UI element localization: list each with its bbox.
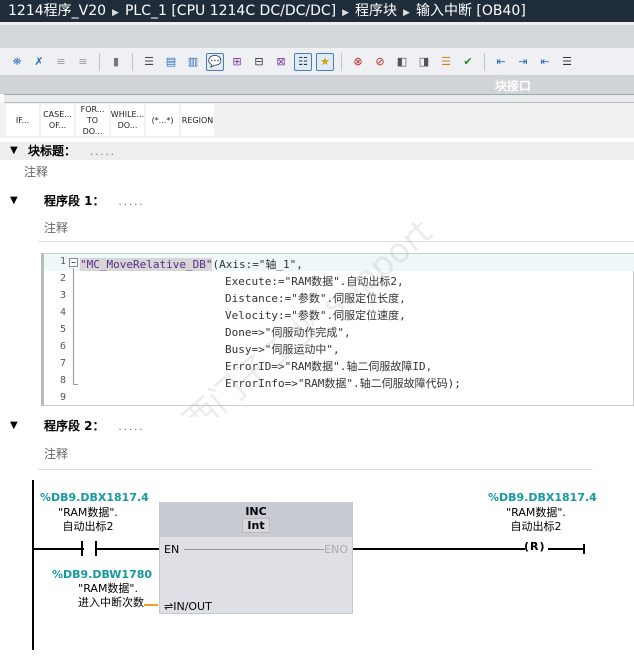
toolbar-separator (484, 52, 485, 71)
inc-box-name: INC (245, 505, 267, 518)
coil-name[interactable]: "RAM数据". 自动出标2 (486, 506, 586, 534)
compile-check-icon[interactable]: ✔ (459, 53, 477, 71)
toolbar-separator (341, 52, 342, 71)
interface-splitter[interactable] (4, 94, 634, 103)
coil-name-tag: 自动出标2 (510, 520, 562, 533)
code-line[interactable]: "MC_MoveRelative_DB"(Axis:="轴_1", (80, 256, 303, 272)
network1-header[interactable]: ▼ 程序段 1：..... (0, 192, 634, 210)
code-text: (Axis:="轴_1", (212, 258, 303, 271)
breadcrumb-project[interactable]: 1214程序_V20 (8, 3, 106, 19)
coil-address[interactable]: %DB9.DBX1817.4 (488, 491, 597, 504)
line-number: 2 (59, 273, 66, 284)
collapse-icon[interactable]: ▼ (10, 142, 18, 160)
template-for[interactable]: FOR... TO DO... (76, 104, 109, 136)
force-icon[interactable]: ◨ (415, 53, 433, 71)
call-hierarchy-icon[interactable]: ☰ (437, 53, 455, 71)
block-title-header[interactable]: ▼ 块标题：..... (0, 142, 634, 160)
template-if[interactable]: IF... (6, 104, 39, 136)
line-number: 6 (59, 341, 66, 352)
insert-network-icon[interactable]: ⛯ (8, 53, 26, 71)
go-to-error-icon[interactable]: ⊘ (371, 53, 389, 71)
breadcrumb-arrow-icon: ▶ (342, 8, 350, 18)
line-number: 7 (59, 358, 66, 369)
line-number: 5 (59, 324, 66, 335)
network2-label: 程序段 2： (44, 419, 105, 433)
line-number: 3 (59, 290, 66, 301)
line-number: 4 (59, 307, 66, 318)
block-interface-label[interactable]: 块接口 (495, 77, 531, 94)
template-case[interactable]: CASE... OF... (41, 104, 74, 136)
editor-toolbar: ⛯ ✗ ≡ ≡ ▮ ☰ ▤ ▥ 💬 ⊞ ⊟ ⊠ ☷ ★ ⊗ ⊘ ◧ ◨ ☰ ✔ ⇤ ⇥ ⇤ ☰ (0, 48, 634, 75)
network2-header[interactable]: ▼ 程序段 2：..... (0, 417, 634, 435)
toolbar-strip (0, 22, 634, 48)
breadcrumb-arrow-icon: ▶ (112, 8, 119, 18)
network2-comment[interactable]: 注释 (44, 445, 68, 462)
delete-network-icon[interactable]: ✗ (30, 53, 48, 71)
scl-templates: IF... CASE... OF... FOR... TO DO... WHIL… (6, 104, 214, 136)
add-row-icon[interactable]: ≡ (74, 53, 92, 71)
template-region[interactable]: REGION (181, 104, 214, 136)
network1-label: 程序段 1： (44, 194, 105, 208)
indent-left-icon[interactable]: ⇤ (536, 53, 554, 71)
outdent-icon[interactable]: ⇤ (492, 53, 510, 71)
line-number: 9 (59, 392, 66, 403)
power-rail (32, 480, 34, 650)
comments-icon[interactable]: 💬 (206, 52, 224, 71)
interface-bar (0, 75, 634, 94)
breadcrumb-arrow-icon: ▶ (403, 8, 410, 18)
line-number: 1 (59, 256, 66, 267)
display-symbolic-icon[interactable]: ⊟ (250, 53, 268, 71)
collapse-icon[interactable]: ▼ (10, 192, 18, 210)
tag-info-icon[interactable]: ⊠ (272, 53, 290, 71)
reset-coil-icon[interactable]: (R) (524, 540, 546, 553)
toolbar-separator (99, 52, 100, 71)
contact-name-tag: 自动出标2 (62, 520, 114, 533)
network1-comment[interactable]: 注释 (44, 219, 68, 236)
contact-name[interactable]: "RAM数据". 自动出标2 (40, 506, 136, 534)
inc-box[interactable]: INC Int EN ENO ⇌IN/OUT (159, 502, 353, 614)
network2-title[interactable]: ..... (119, 422, 145, 433)
indent-icon[interactable]: ☰ (140, 53, 158, 71)
no-contact-icon[interactable] (81, 541, 97, 556)
block-title-value[interactable]: ..... (90, 147, 116, 158)
toolbar-separator (132, 52, 133, 71)
eno-pin[interactable]: ENO (324, 543, 348, 556)
display-absolute-icon[interactable]: ⊞ (228, 53, 246, 71)
breadcrumb-block[interactable]: 输入中断 [OB40] (416, 3, 526, 19)
template-while[interactable]: WHILE... DO... (111, 104, 144, 136)
free-comments-icon[interactable]: ☷ (294, 52, 312, 71)
breadcrumb: 1214程序_V20 ▶ PLC_1 [CPU 1214C DC/DC/DC] ▶ 程序… (0, 0, 634, 22)
inout-name-db: "RAM数据". (78, 582, 138, 595)
template-comment[interactable]: (*...*) (146, 104, 179, 136)
indent-right-icon[interactable]: ⇥ (514, 53, 532, 71)
inout-name-tag: 进入中断次数 (78, 596, 144, 609)
block-title-label: 块标题： (28, 144, 77, 158)
inout-wire (144, 604, 158, 606)
instance-db[interactable]: "MC_MoveRelative_DB" (80, 258, 213, 271)
clear-errors-icon[interactable]: ⊗ (349, 53, 367, 71)
line-number: 8 (59, 375, 66, 386)
reset-start-icon[interactable]: ▮ (107, 53, 125, 71)
fold-icon[interactable]: − (69, 258, 78, 267)
network1-title[interactable]: ..... (119, 197, 145, 208)
favorites-icon[interactable]: ★ (316, 52, 334, 71)
contact-address[interactable]: %DB9.DBX1817.4 (40, 491, 149, 504)
inout-pin[interactable]: ⇌IN/OUT (164, 600, 212, 613)
collapse-icon[interactable]: ▼ (10, 417, 18, 435)
network-collapse-icon[interactable]: ▥ (184, 53, 202, 71)
breadcrumb-plc[interactable]: PLC_1 [CPU 1214C DC/DC/DC] (125, 3, 336, 19)
monitor-icon[interactable]: ◧ (393, 53, 411, 71)
all-networks-icon[interactable]: ▤ (162, 53, 180, 71)
contact-name-db: "RAM数据". (58, 506, 118, 519)
inc-box-type[interactable]: Int (242, 518, 270, 533)
en-pin[interactable]: EN (164, 543, 179, 556)
breadcrumb-folder[interactable]: 程序块 (355, 3, 397, 19)
insert-row-icon[interactable]: ≡ (52, 53, 70, 71)
inout-address[interactable]: %DB9.DBW1780 (52, 568, 152, 581)
coil-name-db: "RAM数据". (506, 506, 566, 519)
more-icon[interactable]: ☰ (558, 53, 576, 71)
block-comment[interactable]: 注释 (24, 163, 48, 180)
coil-type: R (530, 540, 540, 553)
